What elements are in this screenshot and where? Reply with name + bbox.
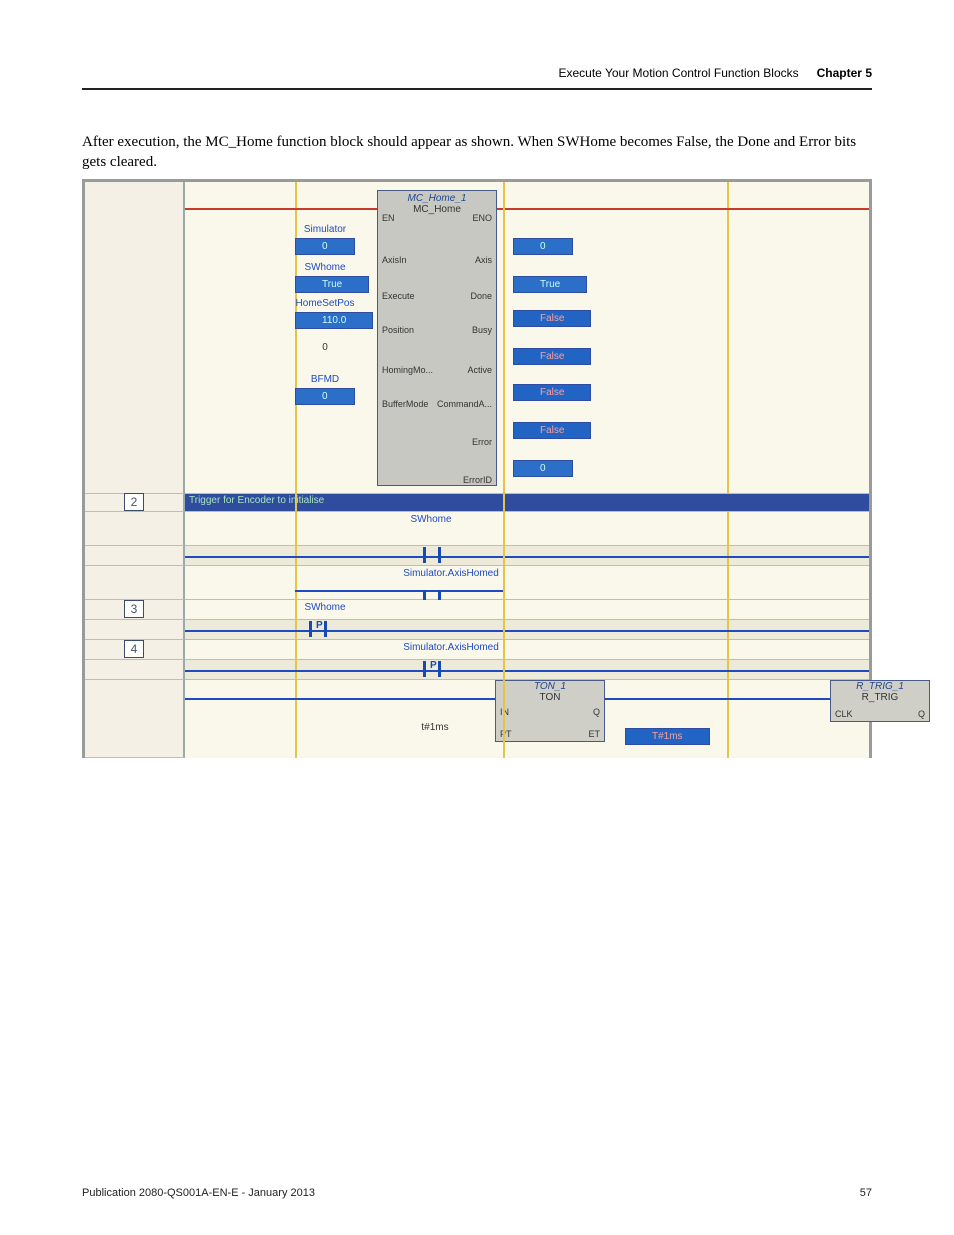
ton-in: IN	[500, 707, 509, 717]
rung4-axishomed-label: Simulator.AxisHomed	[371, 642, 531, 653]
rtrig-type: R_TRIG	[831, 692, 929, 703]
in-swhome-value: True	[295, 276, 369, 293]
in-bfmd-label: BFMD	[265, 374, 385, 385]
rung4-contact: P	[423, 661, 441, 677]
header-rule	[82, 88, 872, 90]
in-simulator-value: 0	[295, 238, 355, 255]
ton-instance: TON_1	[496, 681, 604, 692]
port-done: Done	[470, 291, 492, 301]
chapter-label: Chapter 5	[817, 66, 872, 80]
ton-et: ET	[588, 729, 600, 739]
port-axisin: AxisIn	[382, 255, 407, 265]
rung3-num: 3	[124, 600, 145, 618]
rtrig-block: R_TRIG_1 R_TRIG CLK Q	[830, 680, 930, 722]
port-en: EN	[382, 213, 395, 223]
rtrig-clk: CLK	[835, 709, 853, 719]
ton-block: TON_1 TON IN Q PT ET	[495, 680, 605, 742]
port-buffermode: BufferMode	[382, 399, 428, 409]
in-zero-label: 0	[265, 342, 385, 353]
rung3-swhome-label: SWhome	[265, 602, 385, 613]
publication-id: Publication 2080-QS001A-EN-E - January 2…	[82, 1187, 315, 1199]
in-homesetpos-value: 110.0	[295, 312, 373, 329]
ton-pt-val: t#1ms	[395, 722, 475, 733]
port-busy: Busy	[472, 325, 492, 335]
intro-text: After execution, the MC_Home function bl…	[82, 132, 872, 173]
rung2-axishomed-label: Simulator.AxisHomed	[371, 568, 531, 579]
rung-cell	[85, 182, 185, 494]
rung2-num: 2	[124, 493, 145, 511]
mc-home-instance: MC_Home_1	[378, 191, 496, 204]
out-done: True	[513, 276, 587, 293]
port-commanda: CommandA...	[437, 399, 492, 409]
out-busy: False	[513, 310, 591, 327]
ton-pt: PT	[500, 729, 512, 739]
ton-type: TON	[496, 692, 604, 703]
in-bfmd-value: 0	[295, 388, 355, 405]
port-errorid: ErrorID	[463, 475, 492, 485]
in-simulator-label: Simulator	[265, 224, 385, 235]
in-swhome-label: SWhome	[265, 262, 385, 273]
port-error: Error	[472, 437, 492, 447]
out-errorid: 0	[513, 460, 573, 477]
port-position: Position	[382, 325, 414, 335]
out-active: False	[513, 348, 591, 365]
port-axis: Axis	[475, 255, 492, 265]
rung2-cell: 2	[85, 494, 185, 512]
ladder-diagram: MC_Home_1 MC_Home EN ENO AxisIn Axis Exe…	[82, 179, 872, 758]
port-active: Active	[467, 365, 492, 375]
port-homing: HomingMo...	[382, 365, 433, 375]
rung2-swhome-label: SWhome	[371, 514, 491, 525]
port-execute: Execute	[382, 291, 415, 301]
rung3-contact: P	[309, 621, 327, 637]
port-eno: ENO	[472, 213, 492, 223]
rtrig-q: Q	[918, 709, 925, 719]
ton-et-val: T#1ms	[625, 728, 710, 745]
rtrig-instance: R_TRIG_1	[831, 681, 929, 692]
page-number: 57	[860, 1187, 872, 1199]
mc-home-block: MC_Home_1 MC_Home EN ENO AxisIn Axis Exe…	[377, 190, 497, 486]
out-commanda: False	[513, 384, 591, 401]
in-homesetpos-label: HomeSetPos	[265, 298, 385, 309]
rung2-note: Trigger for Encoder to initialise	[189, 495, 324, 506]
out-axis: 0	[513, 238, 573, 255]
rung4-num: 4	[124, 640, 145, 658]
out-error: False	[513, 422, 591, 439]
breadcrumb: Execute Your Motion Control Function Blo…	[559, 66, 799, 80]
rung2-contact1	[423, 547, 441, 563]
ton-q: Q	[593, 707, 600, 717]
